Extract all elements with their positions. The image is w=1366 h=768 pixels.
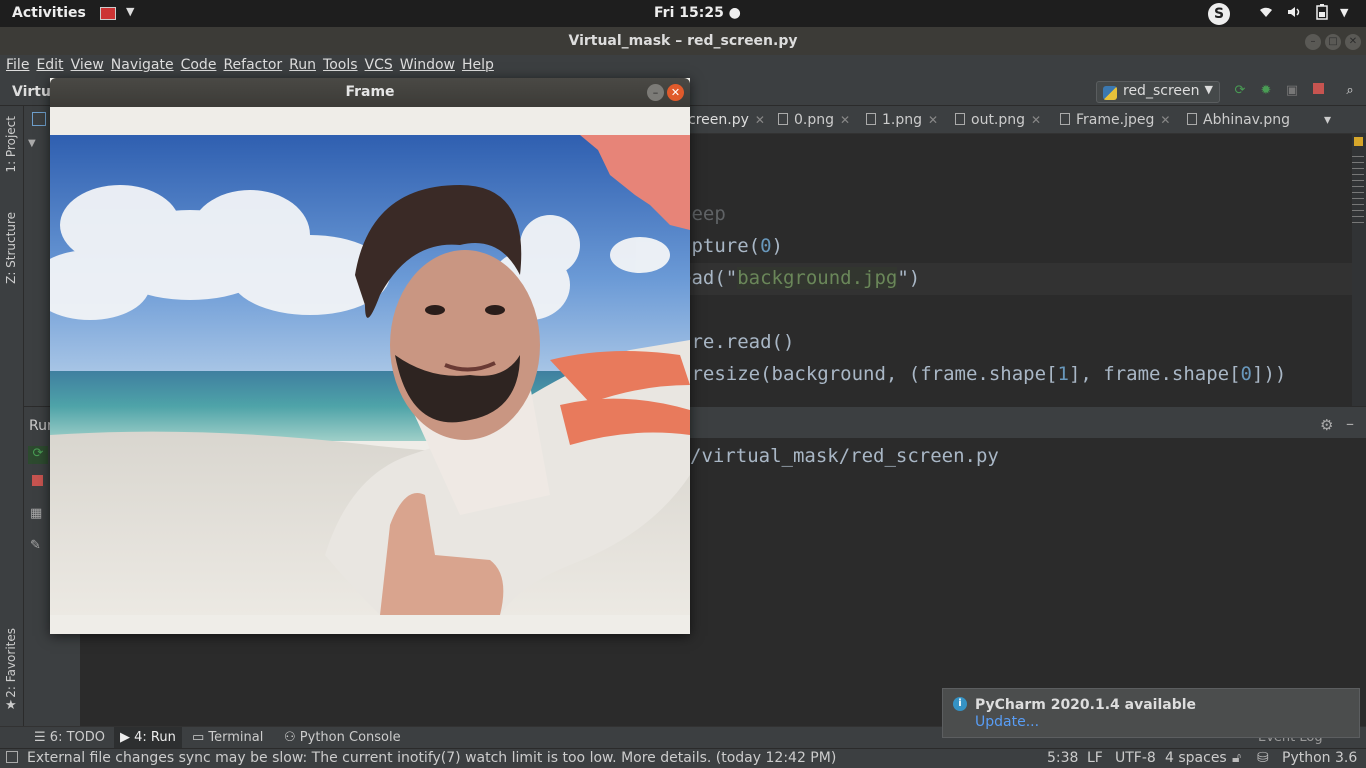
minimize-icon[interactable]: – bbox=[1305, 34, 1321, 50]
interpreter-icon: ⛁ bbox=[1257, 750, 1269, 766]
close-icon[interactable]: ✕ bbox=[840, 113, 850, 127]
menu-edit[interactable]: Edit bbox=[30, 55, 63, 73]
close-icon[interactable]: ✕ bbox=[667, 84, 684, 101]
skype-icon[interactable]: S bbox=[1208, 3, 1230, 25]
editor-tabs: creen.py ✕ 0.png ✕ 1.png ✕ out.png ✕ Frame.j… bbox=[680, 106, 1366, 134]
update-notification: i PyCharm 2020.1.4 available Update... bbox=[942, 688, 1360, 738]
coverage-icon[interactable]: ▣ bbox=[1284, 83, 1300, 99]
system-menu-icon[interactable]: ▼ bbox=[1340, 6, 1348, 19]
tab-overflow-icon[interactable]: ▾ bbox=[1324, 112, 1331, 128]
menu-run[interactable]: Run bbox=[283, 55, 316, 73]
camera-frame-image bbox=[50, 135, 690, 615]
status-toggle-icon[interactable] bbox=[6, 751, 18, 763]
inspection-icon[interactable] bbox=[1354, 137, 1363, 146]
run-config-label: red_screen bbox=[1123, 83, 1200, 99]
menu-refactor[interactable]: Refactor bbox=[217, 55, 282, 73]
code-line: apture(0) bbox=[680, 235, 783, 257]
volume-icon[interactable] bbox=[1286, 4, 1302, 24]
project-view-icon[interactable] bbox=[32, 112, 46, 126]
image-file-icon bbox=[866, 113, 876, 125]
chevron-down-icon: ▼ bbox=[1204, 83, 1213, 96]
hide-panel-icon[interactable]: – bbox=[1346, 414, 1354, 433]
tree-expand-icon[interactable]: ▼ bbox=[28, 138, 36, 149]
menu-code[interactable]: Code bbox=[175, 55, 217, 73]
tab-structure[interactable]: Z: Structure bbox=[4, 212, 18, 284]
activities-button[interactable]: Activities bbox=[12, 5, 86, 21]
image-file-icon bbox=[778, 113, 788, 125]
stop-icon[interactable] bbox=[32, 475, 43, 486]
info-icon: i bbox=[953, 697, 967, 711]
tab-python-console[interactable]: ⚇ Python Console bbox=[284, 730, 401, 745]
status-bar: External file changes sync may be slow: … bbox=[0, 748, 1366, 768]
line-separator[interactable]: LF bbox=[1087, 750, 1103, 766]
minimize-icon[interactable]: – bbox=[647, 84, 664, 101]
tab-favorites[interactable]: 2: Favorites bbox=[4, 628, 18, 698]
run-config-select[interactable]: red_screen ▼ bbox=[1096, 81, 1220, 103]
tab-project[interactable]: 1: Project bbox=[4, 116, 18, 173]
stop-icon[interactable] bbox=[1310, 83, 1326, 99]
tab-run[interactable]: ▶ 4: Run bbox=[114, 727, 182, 748]
tab-terminal[interactable]: ▭ Terminal bbox=[192, 730, 263, 745]
menu-navigate[interactable]: Navigate bbox=[105, 55, 174, 73]
battery-icon[interactable] bbox=[1316, 4, 1328, 24]
console-line: /virtual_mask/red_screen.py bbox=[690, 445, 999, 467]
close-icon[interactable]: ✕ bbox=[1160, 113, 1170, 127]
close-icon[interactable]: ✕ bbox=[928, 113, 938, 127]
python-interpreter[interactable]: Python 3.6 bbox=[1282, 750, 1357, 766]
update-link[interactable]: Update... bbox=[975, 714, 1039, 730]
rerun-icon[interactable]: ⟳ bbox=[1232, 83, 1248, 99]
window-title: Virtual_mask – red_screen.py bbox=[0, 27, 1366, 55]
code-line: ure.read() bbox=[680, 331, 795, 353]
chevron-down-icon[interactable]: ▼ bbox=[126, 5, 134, 18]
menu-window[interactable]: Window bbox=[394, 55, 455, 73]
image-file-icon bbox=[1187, 113, 1197, 125]
menu-bar: File Edit View Navigate Code Refactor Run Tools… bbox=[0, 55, 1366, 78]
lock-icon[interactable]: 🔓︎ bbox=[1232, 750, 1241, 766]
close-icon[interactable]: ✕ bbox=[1345, 34, 1361, 50]
breadcrumb[interactable]: Virtu bbox=[12, 84, 51, 100]
scroll-markers bbox=[1352, 156, 1364, 226]
tab-0-png[interactable]: 0.png ✕ bbox=[778, 112, 850, 128]
notification-title: PyCharm 2020.1.4 available bbox=[975, 697, 1197, 713]
code-line: .resize(background, (frame.shape[1], fra… bbox=[680, 363, 1287, 385]
debug-icon[interactable]: ✹ bbox=[1258, 83, 1274, 99]
python-icon bbox=[1103, 86, 1117, 100]
tab-red-screen[interactable]: creen.py ✕ bbox=[688, 112, 765, 128]
menu-view[interactable]: View bbox=[65, 55, 104, 73]
gear-icon[interactable]: ⚙ bbox=[1320, 416, 1333, 434]
tab-out-png[interactable]: out.png ✕ bbox=[955, 112, 1041, 128]
layout-icon[interactable]: ▦ bbox=[30, 506, 42, 521]
menu-vcs[interactable]: VCS bbox=[359, 55, 393, 73]
rerun-icon[interactable]: ⟳ bbox=[28, 446, 48, 464]
frame-window-title[interactable]: Frame bbox=[50, 78, 690, 107]
maximize-icon[interactable]: □ bbox=[1325, 34, 1341, 50]
menu-tools[interactable]: Tools bbox=[317, 55, 358, 73]
search-icon[interactable]: ⌕ bbox=[1342, 83, 1358, 99]
code-line: ead("background.jpg") bbox=[680, 267, 921, 289]
status-message[interactable]: External file changes sync may be slow: … bbox=[27, 750, 836, 766]
tab-1-png[interactable]: 1.png ✕ bbox=[866, 112, 938, 128]
image-file-icon bbox=[955, 113, 965, 125]
indent-setting[interactable]: 4 spaces bbox=[1165, 750, 1227, 766]
tab-abhinav-png[interactable]: Abhinav.png bbox=[1187, 112, 1290, 128]
menu-file[interactable]: File bbox=[0, 55, 29, 73]
menu-help[interactable]: Help bbox=[456, 55, 494, 73]
wifi-icon[interactable] bbox=[1258, 4, 1274, 24]
tab-frame-jpeg[interactable]: Frame.jpeg ✕ bbox=[1060, 112, 1170, 128]
system-top-bar: Activities ▼ Fri 15:25 ● S ▼ bbox=[0, 0, 1366, 27]
tab-todo[interactable]: ☰ 6: TODO bbox=[34, 730, 105, 745]
clock[interactable]: Fri 15:25 ● bbox=[654, 5, 741, 21]
pin-icon[interactable]: ✎ bbox=[30, 538, 41, 553]
close-icon[interactable]: ✕ bbox=[755, 113, 765, 127]
image-file-icon bbox=[1060, 113, 1070, 125]
caret-position[interactable]: 5:38 bbox=[1047, 750, 1078, 766]
close-icon[interactable]: ✕ bbox=[1031, 113, 1041, 127]
file-encoding[interactable]: UTF-8 bbox=[1115, 750, 1156, 766]
app-indicator-icon[interactable] bbox=[100, 7, 116, 20]
star-icon[interactable]: ★ bbox=[5, 698, 17, 713]
